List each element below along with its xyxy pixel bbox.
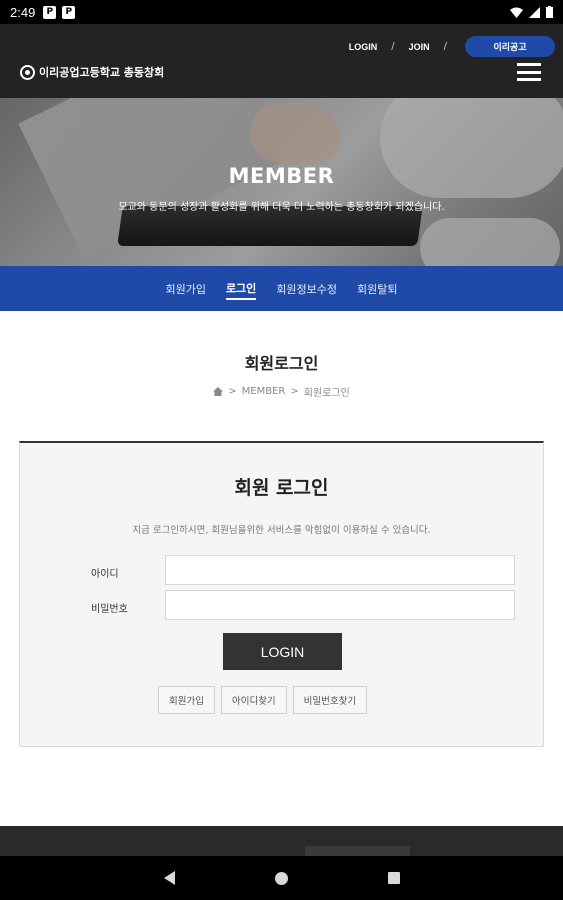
subnav-item-login[interactable]: 로그인 [225,278,257,300]
link-separator: / [443,41,447,52]
signal-icon [529,6,540,18]
home-button-icon[interactable] [274,871,288,885]
login-link[interactable]: LOGIN [349,42,378,52]
breadcrumb: > MEMBER > 회원로그인 [0,384,563,399]
breadcrumb-separator: > [228,386,237,397]
member-subnav: 회원가입 로그인 회원정보수정 회원탈퇴 [0,266,563,311]
id-label: 아이디 [91,569,119,580]
site-header: LOGIN / JOIN / 이리공고 이리공업고등학교 총동창회 [0,24,563,98]
status-time: 2:49 [10,4,36,20]
breadcrumb-item[interactable]: MEMBER [242,386,286,397]
subnav-item-withdraw[interactable]: 회원탈퇴 [357,279,397,299]
site-logo[interactable]: 이리공업고등학교 총동창회 [20,64,164,80]
login-title: 회원 로그인 [234,477,329,499]
back-icon[interactable] [163,871,175,885]
find-password-button[interactable]: 비밀번호찾기 [292,686,368,714]
account-help-buttons: 회원가입 아이디찾기 비밀번호찾기 [158,686,368,714]
password-label: 비밀번호 [91,604,128,615]
hero-subtitle: 모교와 동문의 성장과 활성화를 위해 더욱 더 노력하는 총동창회가 되겠습니… [118,202,445,213]
id-input[interactable] [165,555,515,585]
login-button[interactable]: LOGIN [223,633,342,670]
link-separator: / [391,41,395,52]
system-nav-bar [0,856,563,900]
breadcrumb-separator: > [290,386,299,397]
notification-icon: P [43,5,57,19]
status-icons [510,6,553,18]
join-link[interactable]: JOIN [409,42,430,52]
logo-emblem-icon [20,64,35,80]
wifi-icon [510,7,523,18]
login-description: 지금 로그인하시면, 회원님을위한 서비스를 막힘없이 이용하실 수 있습니다. [132,525,431,536]
find-id-button[interactable]: 아이디찾기 [220,686,287,714]
battery-icon [546,6,553,18]
hero-title: MEMBER [228,164,335,188]
hero-banner: MEMBER 모교와 동문의 성장과 활성화를 위해 더욱 더 노력하는 총동창… [0,98,563,266]
site-footer [0,826,563,856]
menu-icon[interactable] [517,63,541,81]
school-link-button[interactable]: 이리공고 [465,36,555,57]
status-bar: 2:49 P P [0,0,563,24]
subnav-item-edit-profile[interactable]: 회원정보수정 [276,279,337,299]
subnav-item-signup[interactable]: 회원가입 [165,279,205,299]
recent-apps-icon[interactable] [387,872,400,884]
signup-button[interactable]: 회원가입 [158,686,215,714]
notification-icon: P [62,5,76,19]
home-icon[interactable] [213,387,224,396]
top-links: LOGIN / JOIN / 이리공고 [349,36,555,57]
page-title: 회원로그인 [244,354,319,373]
login-panel: 회원 로그인 지금 로그인하시면, 회원님을위한 서비스를 막힘없이 이용하실 … [19,441,544,747]
breadcrumb-item: 회원로그인 [303,388,350,399]
password-input[interactable] [165,590,515,620]
logo-text: 이리공업고등학교 총동창회 [39,66,165,79]
